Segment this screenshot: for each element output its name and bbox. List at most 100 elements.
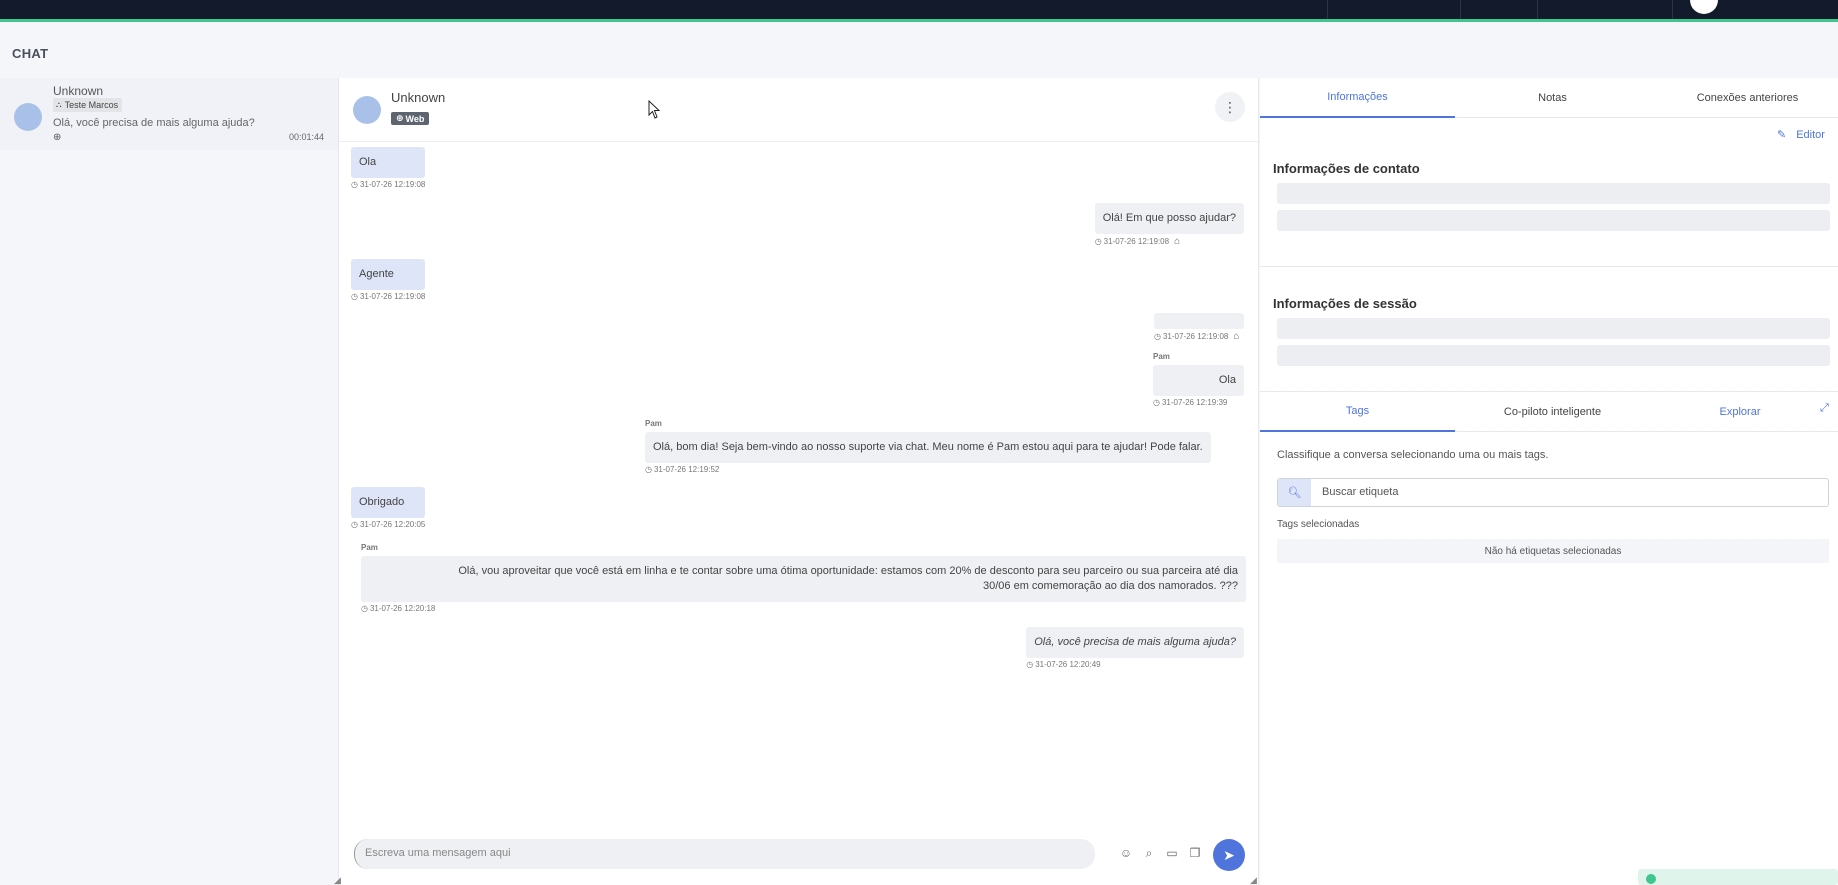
message-time: 31-07-26 12:19:39 bbox=[1161, 398, 1228, 407]
message-outgoing: Pam Olá, vou aproveitar que você está em… bbox=[361, 543, 1246, 613]
message-meta: ◷ 31-07-26 12:19:08 bbox=[351, 180, 425, 189]
message-time: 31-07-26 12:19:08 bbox=[359, 292, 426, 301]
message-meta: ◷ 31-07-26 12:19:08 ⌂ bbox=[1154, 331, 1244, 342]
tab-conexoes-anteriores[interactable]: Conexões anteriores bbox=[1650, 78, 1838, 118]
edit-label: Editor bbox=[1796, 128, 1825, 141]
clock-icon: ◷ bbox=[361, 604, 368, 613]
tab-notas[interactable]: Notas bbox=[1455, 78, 1650, 118]
chat-panel: Unknown ⊕ Web ⋮ Ola ◷ 31-07-26 12:19:08 O… bbox=[334, 78, 1260, 885]
message-bubble: Agente bbox=[351, 259, 426, 290]
more-options-button[interactable]: ⋮ bbox=[1215, 92, 1245, 122]
message-outgoing: Olá! Em que posso ajudar? ◷ 31-07-26 12:1… bbox=[1094, 203, 1244, 247]
video-icon[interactable]: ▭ bbox=[1165, 846, 1179, 861]
message-time: 31-07-26 12:19:08 bbox=[1103, 237, 1170, 246]
message-meta: ◷ 31-07-26 12:20:49 bbox=[1026, 660, 1244, 669]
message-bubble: Olá, vou aproveitar que você está em lin… bbox=[361, 556, 1246, 602]
expand-icon[interactable]: ⤢ bbox=[1820, 402, 1829, 415]
message-text-line: 30/06 em comemoração ao dia dos namorado… bbox=[983, 580, 1238, 592]
contact-info-field bbox=[1277, 210, 1830, 231]
tags-tabs: Tags Co-piloto inteligente Explorar ⤢ bbox=[1260, 391, 1838, 432]
clock-icon: ◷ bbox=[1094, 237, 1102, 246]
message-bubble: Obrigado bbox=[351, 487, 426, 518]
tag-search-input[interactable]: Buscar etiqueta bbox=[1322, 486, 1398, 498]
clock-icon: ◷ bbox=[351, 292, 358, 301]
edit-button[interactable]: ✎ Editor bbox=[1777, 128, 1825, 142]
message-meta: ◷ 31-07-26 12:20:05 bbox=[351, 520, 425, 529]
contact-avatar bbox=[353, 96, 381, 124]
conversation-time: 00:01:44 bbox=[289, 132, 325, 142]
conversation-tag: ⛬ Teste Marcos bbox=[53, 98, 123, 112]
send-icon: ➤ bbox=[1223, 846, 1235, 863]
message-meta: ◷ 31-07-26 12:19:08 ⌂ bbox=[1095, 236, 1244, 247]
session-info-field bbox=[1277, 345, 1830, 366]
message-outgoing: Pam Olá, bom dia! Seja bem-vindo ao noss… bbox=[645, 419, 1211, 474]
session-info-title: Informações de sessão bbox=[1273, 296, 1417, 311]
message-bubble bbox=[1154, 313, 1244, 329]
message-bubble: Olá! Em que posso ajudar? bbox=[1094, 203, 1244, 234]
tag-search-field[interactable]: 🔍︎ Buscar etiqueta bbox=[1277, 478, 1829, 507]
divider bbox=[1260, 266, 1838, 267]
message-bubble: Ola bbox=[1153, 365, 1244, 396]
message-outgoing: ◷ 31-07-26 12:19:08 ⌂ bbox=[1154, 313, 1244, 342]
robot-icon: ⌂ bbox=[1174, 236, 1181, 247]
window-icon[interactable]: ❐ bbox=[1188, 846, 1202, 861]
conversation-contact-name: Unknown bbox=[53, 84, 104, 98]
message-incoming: Obrigado ◷ 31-07-26 12:20:05 bbox=[351, 487, 426, 529]
conversation-list: Unknown ⛬ Teste Marcos Olá, você precisa… bbox=[0, 78, 338, 885]
message-sender: Pam bbox=[1153, 352, 1170, 361]
conversation-item[interactable]: Unknown ⛬ Teste Marcos Olá, você precisa… bbox=[0, 78, 338, 150]
tab-explorar[interactable]: Explorar bbox=[1650, 392, 1830, 432]
chat-header: Unknown ⊕ Web ⋮ bbox=[339, 78, 1260, 142]
no-tags-message: Não há etiquetas selecionadas bbox=[1277, 539, 1829, 563]
topbar-separator bbox=[1537, 0, 1538, 19]
channel-badge: ⊕ Web bbox=[391, 112, 430, 125]
clock-icon: ◷ bbox=[351, 180, 358, 189]
chat-contact-name: Unknown bbox=[391, 90, 446, 105]
details-panel: Informações Notas Conexões anteriores ✎ … bbox=[1260, 78, 1838, 885]
send-button[interactable]: ➤ bbox=[1213, 839, 1245, 871]
user-avatar[interactable] bbox=[1690, 0, 1718, 14]
selected-tags-label: Tags selecionadas bbox=[1277, 519, 1360, 530]
conversation-tag-label: Teste Marcos bbox=[64, 100, 119, 110]
attachment-icon[interactable]: ⌕ bbox=[1142, 846, 1156, 861]
contact-info-field bbox=[1277, 183, 1830, 204]
clock-icon: ◷ bbox=[645, 465, 652, 474]
message-outgoing: Olá, você precisa de mais alguma ajuda? … bbox=[1026, 627, 1244, 669]
topbar-separator bbox=[1672, 0, 1673, 19]
message-meta: ◷ 31-07-26 12:20:18 bbox=[361, 604, 1246, 613]
clock-icon: ◷ bbox=[1026, 660, 1034, 669]
message-meta: ◷ 31-07-26 12:19:52 bbox=[645, 465, 1211, 474]
message-sender: Pam bbox=[361, 543, 378, 552]
pencil-icon: ✎ bbox=[1777, 129, 1787, 141]
channel-badge-label: Web bbox=[405, 113, 425, 124]
top-navigation-bar bbox=[0, 0, 1838, 22]
message-outgoing: Pam Ola ◷ 31-07-26 12:19:39 bbox=[1153, 352, 1244, 407]
page-title: CHAT bbox=[12, 46, 49, 61]
message-bubble: Olá, bom dia! Seja bem-vindo ao nosso su… bbox=[645, 432, 1211, 463]
contact-avatar bbox=[14, 103, 42, 131]
tab-tags[interactable]: Tags bbox=[1260, 392, 1455, 432]
composer-actions: ☺ ⌕ ▭ ❐ bbox=[1119, 846, 1202, 861]
emoji-icon[interactable]: ☺ bbox=[1119, 846, 1133, 861]
message-bubble: Olá, você precisa de mais alguma ajuda? bbox=[1026, 627, 1244, 658]
tab-copiloto[interactable]: Co-piloto inteligente bbox=[1455, 392, 1650, 432]
clock-icon: ◷ bbox=[1153, 398, 1160, 407]
message-time: 31-07-26 12:19:08 bbox=[359, 180, 426, 189]
clock-icon: ◷ bbox=[1154, 332, 1161, 341]
details-tabs: Informações Notas Conexões anteriores bbox=[1260, 78, 1838, 118]
resize-handle-icon[interactable]: ◢ bbox=[334, 875, 341, 885]
classify-hint: Classifique a conversa selecionando uma … bbox=[1277, 449, 1549, 461]
tab-informacoes[interactable]: Informações bbox=[1260, 78, 1455, 118]
notification-toast[interactable] bbox=[1638, 869, 1838, 885]
resize-handle-icon[interactable]: ◢ bbox=[1250, 875, 1257, 885]
message-input[interactable]: Escreva uma mensagem aqui bbox=[354, 839, 1095, 869]
topbar-separator bbox=[1327, 0, 1328, 19]
globe-icon: ⊕ bbox=[396, 113, 404, 123]
message-bubble: Ola bbox=[351, 147, 426, 178]
message-text-line: Olá, vou aproveitar que você está em lin… bbox=[458, 565, 1238, 577]
message-time: 31-07-26 12:20:05 bbox=[359, 520, 426, 529]
session-info-field bbox=[1277, 318, 1830, 339]
message-incoming: Agente ◷ 31-07-26 12:19:08 bbox=[351, 259, 426, 301]
message-meta: ◷ 31-07-26 12:19:08 bbox=[351, 292, 425, 301]
search-icon: 🔍︎ bbox=[1278, 479, 1311, 506]
